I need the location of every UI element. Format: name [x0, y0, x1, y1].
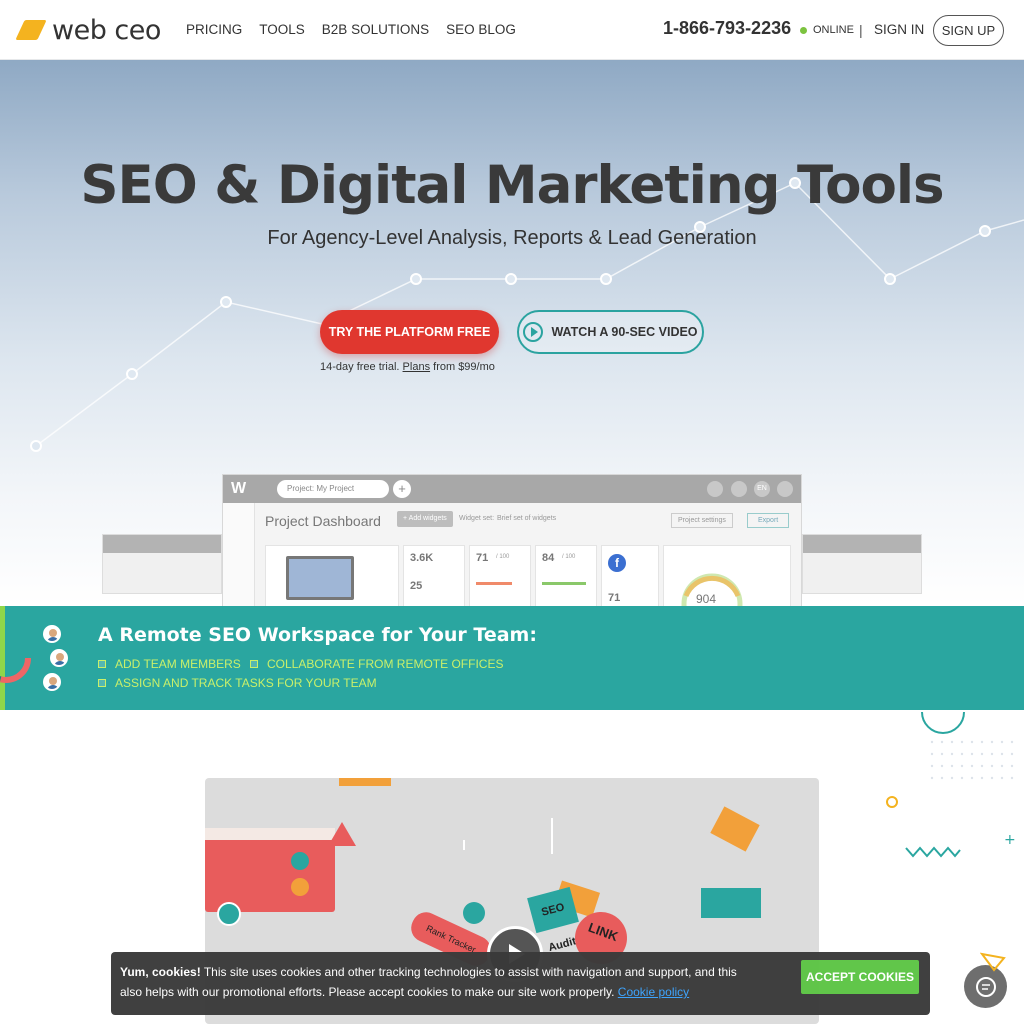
project-settings-chip: Project settings — [671, 513, 733, 528]
dashboard-sidebar — [223, 503, 255, 606]
widget-card-gauge: 904 — [663, 545, 791, 606]
warning-icon — [328, 822, 356, 846]
logo-text: web ceo — [52, 14, 161, 46]
hero-section: SEO & Digital Marketing Tools For Agency… — [0, 60, 1024, 606]
nav-b2b-solutions[interactable]: B2B SOLUTIONS — [322, 22, 429, 37]
online-dot-icon — [800, 26, 807, 34]
team-avatar — [43, 673, 61, 691]
plans-link[interactable]: Plans — [403, 361, 431, 373]
nav-tools[interactable]: TOOLS — [259, 22, 305, 37]
checkbox-icon — [98, 660, 106, 668]
dashboard-preview-left — [102, 534, 222, 594]
team-icon — [707, 481, 723, 497]
watch-video-label: WATCH A 90-SEC VIDEO — [551, 325, 698, 339]
team-avatar — [43, 625, 61, 643]
help-icon — [731, 481, 747, 497]
online-label: ONLINE — [813, 24, 854, 36]
widget-card-score-1: 71 / 100 — [469, 545, 531, 606]
language-badge: EN — [754, 481, 770, 497]
export-chip: Export — [747, 513, 790, 528]
main-nav: PRICING TOOLS B2B SOLUTIONS SEO BLOG — [186, 22, 516, 37]
phone-number[interactable]: 1-866-793-2236 — [663, 18, 791, 39]
remote-workspace-band: A Remote SEO Workspace for Your Team: AD… — [0, 606, 1024, 710]
hero-subtitle: For Agency-Level Analysis, Reports & Lea… — [267, 227, 757, 249]
trial-note: 14-day free trial. Plans from $99/mo — [320, 361, 495, 373]
nav-pricing[interactable]: PRICING — [186, 22, 242, 37]
widget-card-score-2: 84 / 100 — [535, 545, 597, 606]
band-item-label: ADD TEAM MEMBERS — [115, 657, 241, 671]
gauge-chart — [681, 573, 743, 606]
metric-value: 25 — [410, 580, 423, 592]
deco-line — [463, 840, 465, 850]
user-icon — [217, 902, 241, 926]
webceo-logo[interactable]: web ceo — [15, 14, 161, 46]
widget-set-value: Brief set of widgets — [497, 515, 557, 522]
header-separator: | — [859, 22, 863, 38]
add-widgets-chip: + Add widgets — [397, 511, 453, 527]
trial-suffix: from $99/mo — [430, 361, 495, 373]
dashboard-preview: W Project: My Project + EN Project Dashb… — [222, 474, 802, 606]
right-decorations: + — [886, 711, 1016, 858]
watch-video-button[interactable]: WATCH A 90-SEC VIDEO — [517, 310, 704, 354]
team-avatar — [50, 649, 68, 667]
band-item-assign-tasks: ASSIGN AND TRACK TASKS FOR YOUR TEAM — [98, 676, 377, 690]
metric-unit: / 100 — [496, 554, 510, 560]
deco-dot — [463, 902, 485, 924]
logo-mark-icon — [15, 20, 47, 40]
widget-card-backlinks: 3.6K 25 — [403, 545, 465, 606]
accept-cookies-button[interactable]: ACCEPT COOKIES — [801, 960, 919, 994]
metric-value: 84 — [542, 552, 555, 564]
cookie-lead: Yum, cookies! — [120, 965, 201, 979]
donut-chart-decoration — [0, 633, 31, 683]
dashboard-preview-right — [802, 534, 922, 594]
online-status: ONLINE — [800, 24, 854, 36]
widget-card-site — [265, 545, 399, 606]
cookie-text: Yum, cookies! This site uses cookies and… — [120, 962, 760, 1002]
deco-shape — [339, 778, 391, 786]
metric-value: 71 — [608, 592, 621, 604]
deco-line — [551, 818, 553, 854]
play-circle-icon — [523, 322, 544, 342]
cookie-banner: Yum, cookies! This site uses cookies and… — [111, 952, 930, 1015]
chat-bubble-icon — [975, 976, 996, 997]
add-project-icon: + — [393, 480, 411, 498]
svg-text:+: + — [1004, 832, 1016, 848]
seo-audit-tag: SEO Audit — [527, 886, 579, 954]
metric-value: 3.6K — [410, 552, 434, 564]
hero-title: SEO & Digital Marketing Tools — [80, 155, 944, 216]
nav-seo-blog[interactable]: SEO BLOG — [446, 22, 516, 37]
facebook-icon: f — [608, 554, 626, 572]
try-platform-button[interactable]: TRY THE PLATFORM FREE — [320, 310, 499, 354]
band-title: A Remote SEO Workspace for Your Team: — [98, 624, 537, 646]
deco-shape — [701, 888, 761, 918]
deco-shape — [710, 806, 760, 852]
cookie-policy-link[interactable]: Cookie policy — [618, 985, 689, 999]
checkbox-icon — [250, 660, 258, 668]
widget-card-facebook: f 71 — [601, 545, 659, 606]
triangle-decoration — [980, 952, 1006, 972]
dashboard-topbar: W Project: My Project + EN — [223, 475, 801, 503]
sign-up-button[interactable]: SIGN UP — [933, 15, 1004, 46]
metric-unit: / 100 — [562, 554, 576, 560]
dashboard-title: Project Dashboard — [265, 513, 381, 529]
site-header: web ceo PRICING TOOLS B2B SOLUTIONS SEO … — [0, 0, 1024, 60]
sign-in-link[interactable]: SIGN IN — [874, 22, 924, 37]
gauge-value: 904 — [696, 592, 717, 606]
checkbox-icon — [98, 679, 106, 687]
trial-prefix: 14-day free trial. — [320, 361, 403, 373]
band-item-label: ASSIGN AND TRACK TASKS FOR YOUR TEAM — [115, 676, 377, 690]
band-item-collaborate: COLLABORATE FROM REMOTE OFFICES — [250, 657, 503, 671]
band-item-label: COLLABORATE FROM REMOTE OFFICES — [267, 657, 504, 671]
browser-illustration — [205, 828, 335, 912]
project-select: Project: My Project — [277, 480, 389, 498]
widget-set-label: Widget set: — [459, 515, 495, 522]
metric-value: 71 — [476, 552, 489, 564]
band-item-add-team: ADD TEAM MEMBERS — [98, 657, 241, 671]
menu-icon — [777, 481, 793, 497]
dashboard-logo: W — [231, 480, 247, 497]
